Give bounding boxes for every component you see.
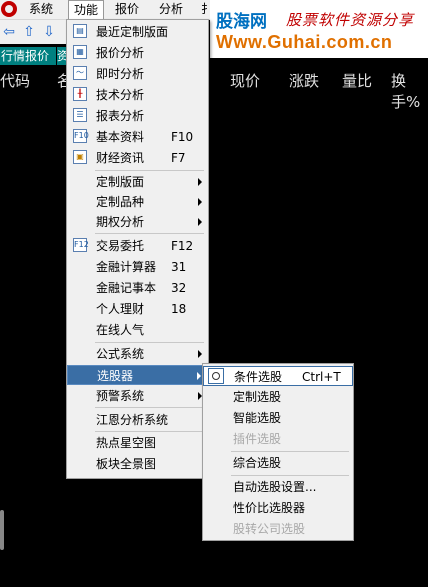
menu-analysis[interactable]: 分析	[154, 0, 188, 19]
watermark-banner: 股海网 股票软件资源分享 Www.Guhai.com.cn	[210, 0, 428, 58]
menu-item-value-picker[interactable]: 性价比选股器	[203, 498, 353, 518]
menu-item-alert-system[interactable]: 预警系统	[67, 386, 208, 406]
menu-separator	[231, 451, 349, 452]
menu-separator	[95, 342, 204, 343]
menu-item-hotspot-map[interactable]: 热点星空图	[67, 433, 208, 453]
menu-item-finance-news[interactable]: ▣ 财经资讯 F7	[67, 148, 208, 168]
menu-item-stock-picker[interactable]: 选股器	[67, 365, 208, 385]
menu-item-calculator[interactable]: 金融计算器 31	[67, 257, 208, 277]
menu-separator	[231, 475, 349, 476]
back-arrow-icon[interactable]: ⇦	[0, 22, 18, 42]
menu-item-custom-pick[interactable]: 定制选股	[203, 387, 353, 407]
chevron-right-icon	[198, 218, 202, 226]
toolbar: ⇦ ⇧ ⇩	[0, 20, 70, 44]
menu-separator	[95, 233, 204, 234]
menu-item-auto-pick-settings[interactable]: 自动选股设置...	[203, 477, 353, 497]
menu-item-custom-layout[interactable]: 定制版面	[67, 172, 208, 192]
menu-item-notebook[interactable]: 金融记事本 32	[67, 278, 208, 298]
column-price[interactable]: 现价	[230, 70, 260, 91]
column-change[interactable]: 涨跌	[289, 70, 319, 91]
candlestick-icon: ╫	[73, 87, 87, 101]
menu-item-personal-finance[interactable]: 个人理财 18	[67, 299, 208, 319]
menu-item-custom-variety[interactable]: 定制品种	[67, 192, 208, 212]
menu-item-option-analysis[interactable]: 期权分析	[67, 212, 208, 232]
f10-icon: F10	[73, 129, 89, 143]
menu-item-sector-panorama[interactable]: 板块全景图	[67, 454, 208, 474]
chevron-right-icon	[198, 198, 202, 206]
chevron-right-icon	[198, 350, 202, 358]
app-logo-icon	[1, 1, 17, 17]
menu-separator	[95, 170, 204, 171]
stock-picker-submenu: 条件选股 Ctrl+T 定制选股 智能选股 插件选股 综合选股 自动选股设置..…	[202, 363, 354, 541]
down-arrow-icon[interactable]: ⇩	[40, 22, 58, 42]
function-menu: ▤ 最近定制版面 ▦ 报价分析 〜 即时分析 ╫ 技术分析 ☰ 报表分析 F10…	[66, 19, 209, 479]
grid-icon: ▦	[73, 45, 87, 59]
menu-item-quote-analysis[interactable]: ▦ 报价分析	[67, 43, 208, 63]
menu-system[interactable]: 系统	[24, 0, 58, 19]
layout-icon: ▤	[73, 24, 87, 38]
line-chart-icon: 〜	[73, 66, 87, 80]
menu-separator	[95, 431, 204, 432]
menu-item-gann-analysis[interactable]: 江恩分析系统	[67, 410, 208, 430]
menu-item-neeq-pick: 股转公司选股	[233, 522, 306, 536]
chevron-right-icon	[197, 372, 201, 380]
menu-item-recent-layout[interactable]: ▤ 最近定制版面	[67, 22, 208, 42]
chevron-right-icon	[198, 178, 202, 186]
up-arrow-icon[interactable]: ⇧	[20, 22, 38, 42]
menu-item-basic-info[interactable]: F10 基本资料 F10	[67, 127, 208, 147]
news-icon: ▣	[73, 150, 87, 164]
radio-icon	[208, 368, 224, 384]
column-volume-ratio[interactable]: 量比	[342, 70, 372, 91]
menu-separator	[95, 407, 204, 408]
menu-item-report-analysis[interactable]: ☰ 报表分析	[67, 106, 208, 126]
scroll-handle[interactable]	[0, 510, 4, 550]
column-turnover[interactable]: 换手%	[391, 70, 428, 112]
report-icon: ☰	[73, 108, 87, 122]
menu-item-online-popularity[interactable]: 在线人气	[67, 320, 208, 340]
menu-quote[interactable]: 报价	[110, 0, 144, 19]
menu-item-smart-pick[interactable]: 智能选股	[203, 408, 353, 428]
menu-item-trade-order[interactable]: F12 交易委托 F12	[67, 236, 208, 256]
menu-item-plugin-pick: 插件选股	[233, 432, 282, 446]
menu-item-formula-system[interactable]: 公式系统	[67, 344, 208, 364]
column-code[interactable]: 代码	[0, 70, 30, 91]
watermark-brand: 股海网	[216, 12, 267, 32]
watermark-slogan: 股票软件资源分享	[286, 11, 415, 29]
f12-icon: F12	[73, 238, 89, 252]
tab-quote[interactable]: 行情报价	[0, 47, 56, 65]
menu-item-instant-analysis[interactable]: 〜 即时分析	[67, 64, 208, 84]
menu-item-condition-pick[interactable]: 条件选股 Ctrl+T	[203, 366, 353, 386]
menu-item-combined-pick[interactable]: 综合选股	[203, 453, 353, 473]
menu-item-technical-analysis[interactable]: ╫ 技术分析	[67, 85, 208, 105]
menu-function[interactable]: 功能	[68, 0, 105, 20]
watermark-url: Www.Guhai.com.cn	[216, 32, 393, 52]
